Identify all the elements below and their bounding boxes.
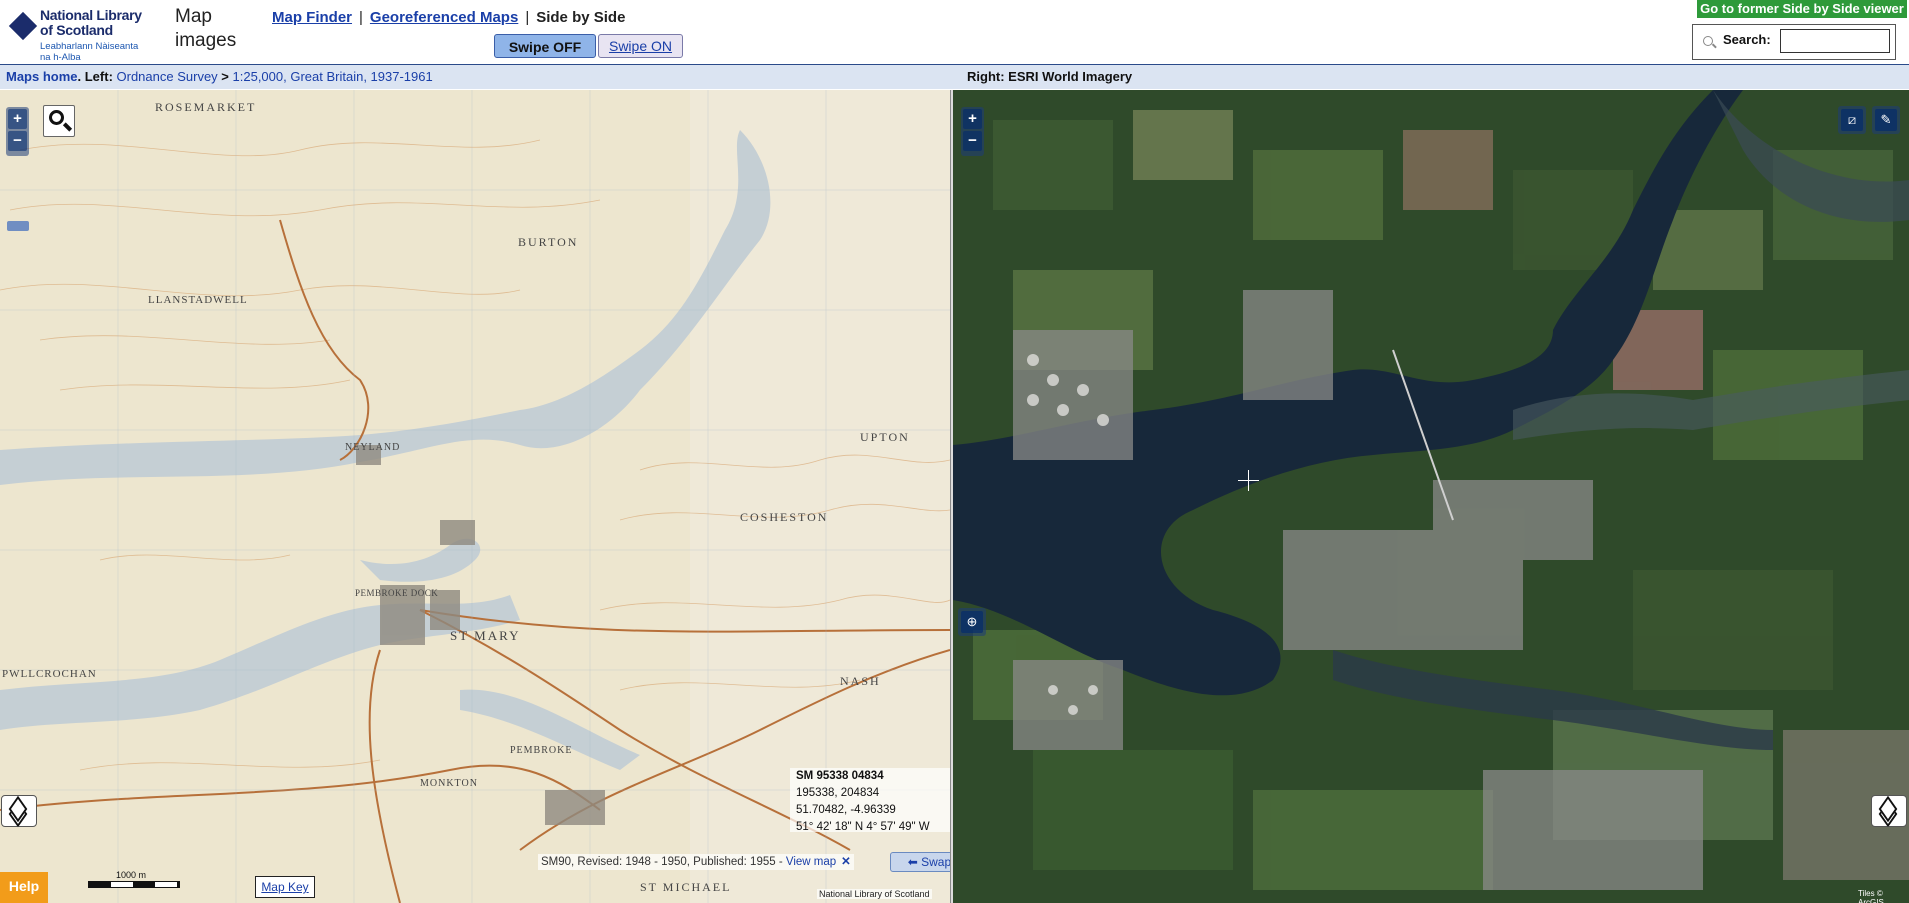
search-box: Search: bbox=[1692, 24, 1896, 60]
nav-separator: | bbox=[359, 9, 363, 26]
map-key-button[interactable]: Map Key bbox=[255, 876, 315, 898]
grid-reference: SM 95338 04834 bbox=[796, 770, 884, 782]
app-title: Map images bbox=[175, 6, 237, 51]
coordinates-box: SM 95338 04834 195338, 204834 51.70482, … bbox=[790, 768, 950, 833]
help-button[interactable]: Help bbox=[0, 872, 48, 903]
nav-side-by-side: Side by Side bbox=[536, 9, 626, 26]
swipe-off-button[interactable]: Swipe OFF bbox=[494, 34, 596, 58]
easting-northing: 195338, 204834 bbox=[796, 787, 880, 799]
view-map-link[interactable]: View map bbox=[786, 856, 836, 868]
nls-credit: National Library of Scotland bbox=[817, 889, 932, 899]
esri-credit: Tiles © ArcGIS bbox=[1858, 889, 1884, 903]
swap-maps-button[interactable]: ⬅ Swap maps ➡ bbox=[890, 852, 950, 872]
zoom-in-button[interactable]: + bbox=[963, 109, 982, 129]
scale-label: 1000 m bbox=[116, 870, 147, 880]
search-input[interactable] bbox=[1780, 29, 1890, 53]
breadcrumb: Maps home. Left: Ordnance Survey > 1:25,… bbox=[6, 65, 433, 89]
place-label: NEYLAND bbox=[345, 442, 401, 453]
left-zoom-control: + − bbox=[6, 107, 29, 156]
nav-separator: | bbox=[525, 9, 530, 26]
place-label: ST MARY bbox=[450, 628, 521, 643]
nav-map-finder[interactable]: Map Finder bbox=[272, 9, 352, 26]
left-prefix: . Left: bbox=[77, 69, 117, 84]
nls-logo-icon bbox=[8, 11, 38, 41]
close-icon[interactable]: ✕ bbox=[841, 856, 851, 868]
logo-title: National Library of Scotland bbox=[40, 7, 142, 38]
right-zoom-control: + − bbox=[961, 107, 984, 156]
top-nav: Map Finder | Georeferenced Maps | Side by Si… bbox=[272, 9, 625, 26]
place-label: MONKTON bbox=[420, 778, 478, 789]
place-label: COSHESTON bbox=[740, 510, 829, 524]
logo-subtitle: Leabharlann Nàiseanta na h-Alba bbox=[40, 41, 139, 63]
left-layers-icon[interactable] bbox=[1, 795, 37, 828]
series-link[interactable]: 1:25,000, Great Britain, 1937-1961 bbox=[233, 69, 433, 84]
lat-lon: 51.70482, -4.96339 bbox=[796, 804, 896, 816]
swap-maps-label: Swap maps bbox=[921, 855, 950, 869]
measure-icon[interactable]: ⧄ bbox=[1838, 106, 1866, 134]
zoom-in-button[interactable]: + bbox=[8, 109, 27, 129]
place-label: PWLLCROCHAN bbox=[2, 668, 97, 680]
place-label: ST MICHAEL bbox=[640, 880, 732, 894]
right-layer-label: Right: ESRI World Imagery bbox=[967, 69, 1133, 84]
header: National Library of Scotland Leabharlann… bbox=[0, 0, 1909, 64]
right-layers-icon[interactable] bbox=[1871, 795, 1907, 828]
nls-logo[interactable]: National Library of Scotland Leabharlann… bbox=[8, 6, 158, 63]
search-icon bbox=[1703, 36, 1713, 46]
maps-home-link[interactable]: Maps home bbox=[6, 69, 78, 84]
opacity-slider-handle[interactable] bbox=[7, 221, 29, 231]
place-label: UPTON bbox=[860, 430, 910, 444]
place-label: PEMBROKE DOCK bbox=[355, 588, 439, 598]
ordnance-survey-link[interactable]: Ordnance Survey bbox=[117, 69, 218, 84]
place-label: PEMBROKE bbox=[510, 745, 573, 756]
left-map[interactable]: ROSEMARKET BURTON LLANSTADWELL NEYLAND U… bbox=[0, 90, 950, 903]
place-label: ROSEMARKET bbox=[155, 100, 257, 114]
magnifier-icon[interactable] bbox=[43, 105, 75, 137]
scale-bar-graphic bbox=[88, 881, 180, 888]
nav-georeferenced-maps[interactable]: Georeferenced Maps bbox=[370, 9, 518, 26]
place-label: NASH bbox=[840, 674, 881, 688]
search-label: Search: bbox=[1723, 32, 1771, 47]
zoom-out-button[interactable]: − bbox=[963, 131, 982, 151]
former-viewer-button[interactable]: Go to former Side by Side viewer bbox=[1697, 0, 1907, 18]
swipe-on-button[interactable]: Swipe ON bbox=[598, 34, 683, 58]
locate-icon[interactable]: ⊕ bbox=[958, 608, 986, 636]
crosshair-cursor-icon bbox=[1238, 470, 1259, 491]
right-map[interactable]: + − ⧄ ✎ ⊕ Tiles © ArcGIS bbox=[953, 90, 1909, 903]
place-label: BURTON bbox=[518, 235, 579, 249]
breadcrumb-arrow: > bbox=[217, 69, 233, 84]
arrow-left-icon: ⬅ bbox=[907, 855, 922, 869]
satellite-canvas bbox=[953, 90, 1909, 903]
place-label: LLANSTADWELL bbox=[148, 294, 248, 306]
lat-lon-dms: 51° 42' 18" N 4° 57' 49" W bbox=[796, 821, 930, 833]
pencil-icon[interactable]: ✎ bbox=[1872, 106, 1900, 134]
sheet-info-text: SM90, Revised: 1948 - 1950, Published: 1… bbox=[541, 856, 786, 868]
info-bar: Maps home. Left: Ordnance Survey > 1:25,… bbox=[0, 65, 1909, 89]
sheet-info: SM90, Revised: 1948 - 1950, Published: 1… bbox=[538, 854, 854, 870]
zoom-out-button[interactable]: − bbox=[8, 131, 27, 151]
